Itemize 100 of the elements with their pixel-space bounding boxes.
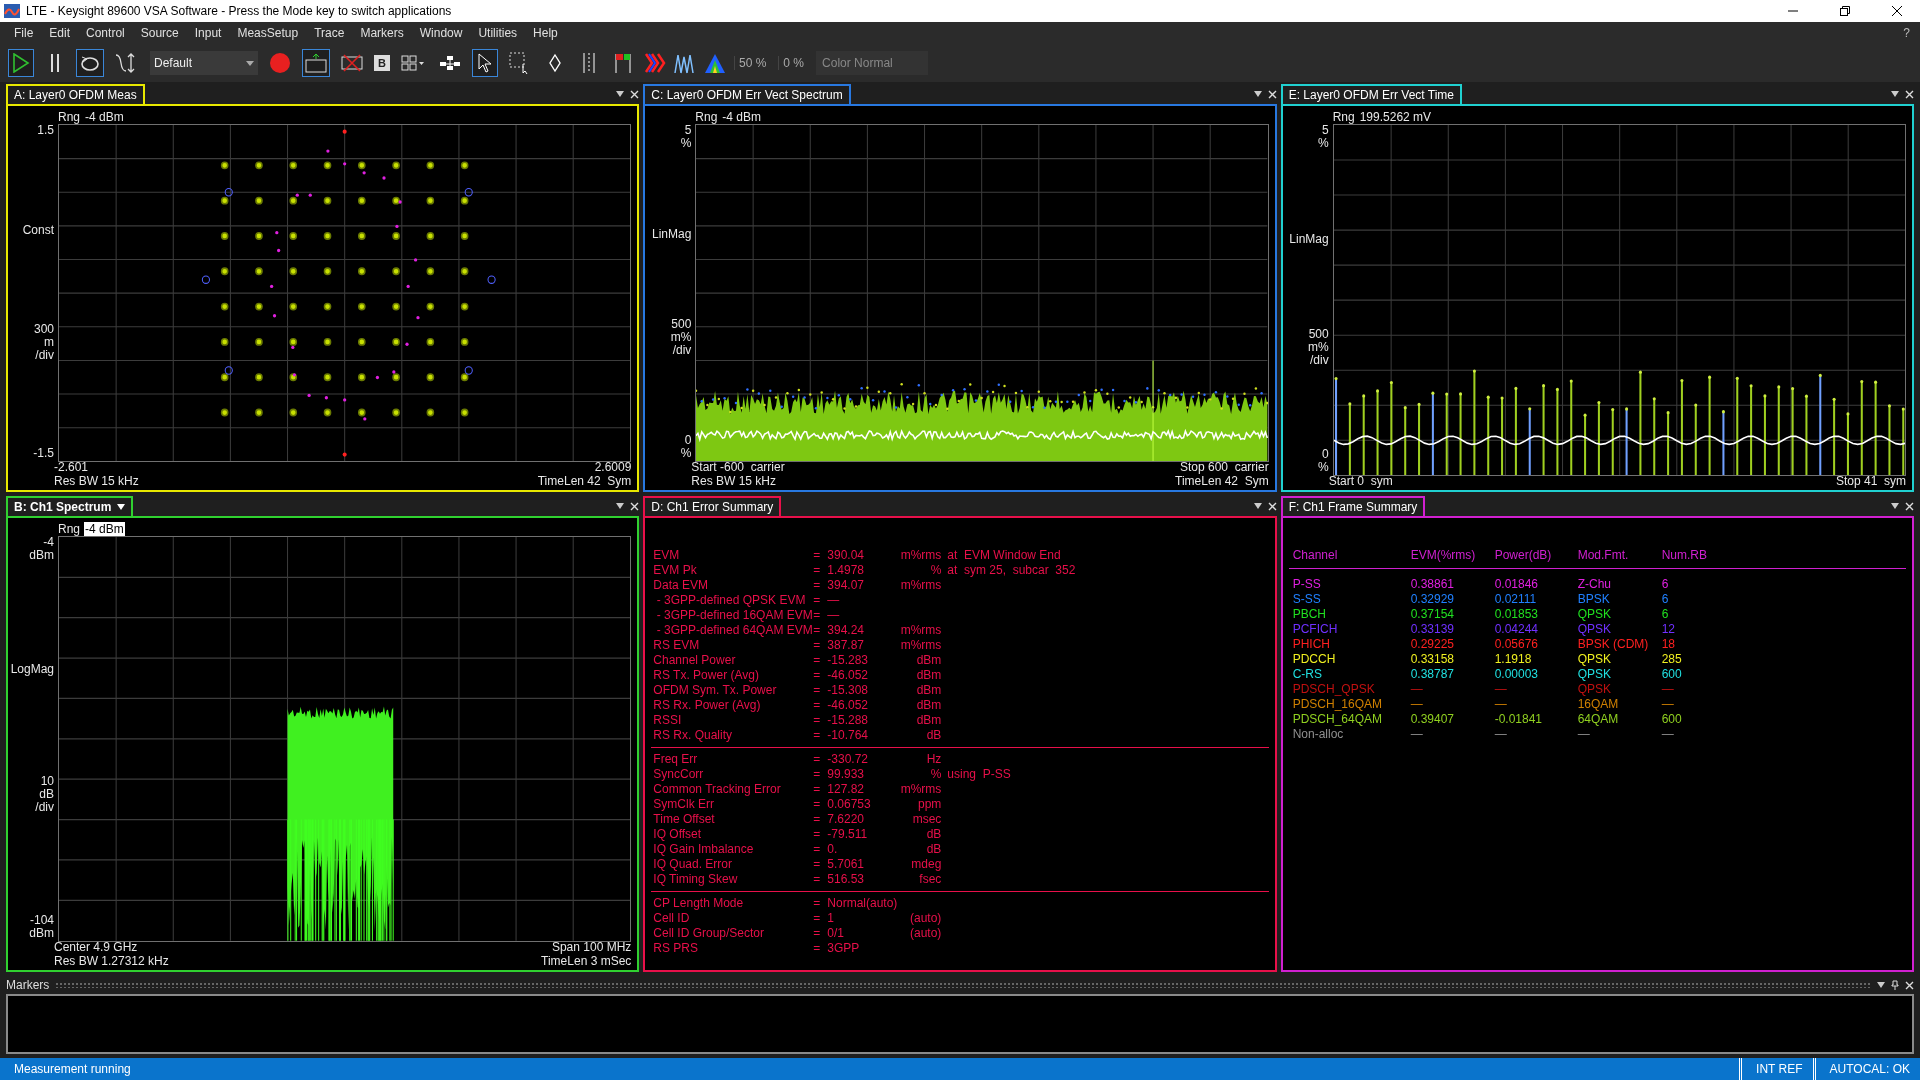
bold-button[interactable]: B bbox=[374, 55, 390, 71]
metric-value: 0. bbox=[827, 842, 839, 857]
metric-unit: ppm bbox=[917, 797, 943, 812]
metric-note: at EVM Window End bbox=[947, 548, 1062, 563]
metric-value: 394.24 bbox=[827, 623, 866, 638]
menu-item[interactable]: Source bbox=[132, 24, 187, 42]
pointer-button[interactable] bbox=[472, 49, 498, 77]
equals-sign: = bbox=[813, 797, 822, 812]
metric-value: 1 bbox=[827, 911, 835, 926]
equals-sign: = bbox=[813, 713, 822, 728]
metric-unit: m%rms bbox=[899, 638, 943, 653]
metric-name: - 3GPP-defined 64QAM EVM bbox=[655, 623, 814, 638]
axis-bottom-label: -1.5 bbox=[33, 447, 54, 461]
menu-item[interactable]: MeasSetup bbox=[229, 24, 307, 42]
table-cell-text: QPSK bbox=[1577, 607, 1612, 623]
metric-unit: msec bbox=[911, 812, 943, 827]
axis-footer-label: Start -600 carrier bbox=[691, 460, 785, 475]
table-cell-text: 16QAM bbox=[1577, 697, 1620, 713]
panel-tab[interactable]: A: Layer0 OFDM Meas bbox=[6, 84, 145, 104]
metric-unit: mdeg bbox=[910, 857, 943, 872]
equals-sign: = bbox=[813, 941, 822, 956]
metric-value: 390.04 bbox=[827, 548, 866, 563]
caret-icon[interactable] bbox=[117, 504, 126, 511]
pause-icon[interactable] bbox=[49, 53, 61, 73]
restore-icon[interactable] bbox=[1840, 6, 1850, 16]
axis-top-label: -4 bbox=[43, 536, 54, 550]
window-title: LTE - Keysight 89600 VSA Software - Press the Mode key to switch applications bbox=[26, 4, 453, 18]
panel-tab[interactable]: B: Ch1 Spectrum bbox=[6, 496, 134, 517]
table-cell-text: — bbox=[1494, 727, 1508, 743]
axis-scale-label: m bbox=[44, 335, 54, 349]
table-cell-text: — bbox=[1494, 682, 1508, 698]
metric-name: - 3GPP-defined 16QAM EVM bbox=[655, 608, 814, 623]
caret-icon[interactable] bbox=[616, 91, 625, 97]
metric-unit: dBm bbox=[915, 683, 943, 698]
caret-icon[interactable] bbox=[616, 503, 625, 510]
equals-sign: = bbox=[813, 782, 822, 797]
menu-item[interactable]: Markers bbox=[352, 24, 412, 42]
panel-tab[interactable]: C: Layer0 OFDM Err Vect Spectrum bbox=[643, 84, 851, 104]
crossed-screen-icon[interactable] bbox=[341, 54, 363, 72]
metric-value: -15.283 bbox=[827, 653, 870, 668]
caret-icon[interactable] bbox=[1891, 91, 1899, 97]
table-cell-text: 0.33158 bbox=[1410, 652, 1456, 668]
menu-item[interactable]: File bbox=[6, 24, 42, 42]
caret-icon[interactable] bbox=[1253, 503, 1262, 510]
column-header: EVM(%rms) bbox=[1410, 548, 1477, 563]
network-icon[interactable] bbox=[439, 55, 461, 71]
axis-bottom-label: % bbox=[1318, 461, 1329, 475]
menu-item[interactable]: Control bbox=[78, 24, 133, 42]
table-cell-text: — bbox=[1661, 727, 1675, 743]
axis-scale-label: /div bbox=[1309, 353, 1329, 367]
preset-dropdown[interactable]: Default bbox=[150, 51, 258, 75]
close-icon[interactable] bbox=[1892, 6, 1902, 16]
caret-icon[interactable] bbox=[1877, 982, 1885, 988]
band-lines-icon[interactable] bbox=[581, 52, 597, 74]
reference-circle bbox=[224, 366, 233, 375]
menu-item[interactable]: Help bbox=[525, 24, 566, 42]
pin-icon[interactable] bbox=[1891, 980, 1899, 990]
grid-layout-icon[interactable] bbox=[401, 55, 425, 71]
axis-format-label: LogMag bbox=[10, 661, 54, 676]
axis-scale-label: m% bbox=[670, 331, 692, 345]
axis-scale-label: m% bbox=[1308, 340, 1329, 354]
table-cell-text: BPSK bbox=[1577, 592, 1611, 608]
axis-footer-label: Stop 600 carrier bbox=[1179, 460, 1269, 475]
range-value[interactable]: -4 dBm bbox=[84, 522, 125, 537]
metric-unit: % bbox=[929, 563, 943, 578]
error-bar bbox=[1610, 408, 1614, 476]
caret-icon[interactable] bbox=[1891, 503, 1899, 510]
range-value: -4 dBm bbox=[721, 110, 763, 124]
metric-name: RS EVM bbox=[653, 638, 701, 653]
menu-item[interactable]: Trace bbox=[306, 24, 353, 42]
reference-status: INT REF bbox=[1739, 1058, 1813, 1080]
equals-sign: = bbox=[813, 578, 822, 593]
metric-unit: dB bbox=[925, 842, 943, 857]
metric-name: EVM Pk bbox=[653, 563, 698, 578]
menu-item[interactable]: Utilities bbox=[470, 24, 526, 42]
axis-scale-label: /div bbox=[672, 344, 692, 358]
pointer-icon[interactable] bbox=[477, 53, 493, 73]
axis-top-label: 1.5 bbox=[37, 124, 54, 137]
panel-tab[interactable]: E: Layer0 OFDM Err Vect Time bbox=[1280, 84, 1463, 104]
caret-icon[interactable] bbox=[1253, 91, 1262, 97]
menu-item[interactable]: Edit bbox=[41, 24, 79, 42]
diamond-icon[interactable] bbox=[548, 53, 562, 73]
equals-sign: = bbox=[813, 857, 822, 872]
table-cell-text: 18 bbox=[1661, 637, 1676, 653]
panel-tab[interactable]: D: Ch1 Error Summary bbox=[643, 496, 782, 516]
equals-sign: = bbox=[813, 548, 822, 563]
metric-value: -15.288 bbox=[827, 713, 870, 728]
table-cell-text: 6 bbox=[1661, 577, 1670, 593]
menu-item[interactable]: Window bbox=[411, 24, 471, 42]
equals-sign: = bbox=[813, 827, 822, 842]
color-mode-field[interactable]: Color Normal bbox=[816, 51, 929, 75]
table-cell-text: — bbox=[1410, 697, 1424, 713]
metric-unit: m%rms bbox=[899, 623, 943, 638]
axis-format-label: LinMag bbox=[651, 227, 692, 242]
menu-item[interactable]: Input bbox=[186, 24, 230, 42]
panel-tab[interactable]: F: Ch1 Frame Summary bbox=[1280, 496, 1426, 517]
metric-value: 387.87 bbox=[827, 638, 866, 653]
error-bar bbox=[1666, 411, 1670, 476]
error-bar bbox=[1403, 406, 1407, 476]
help-button[interactable]: ? bbox=[1903, 26, 1914, 40]
